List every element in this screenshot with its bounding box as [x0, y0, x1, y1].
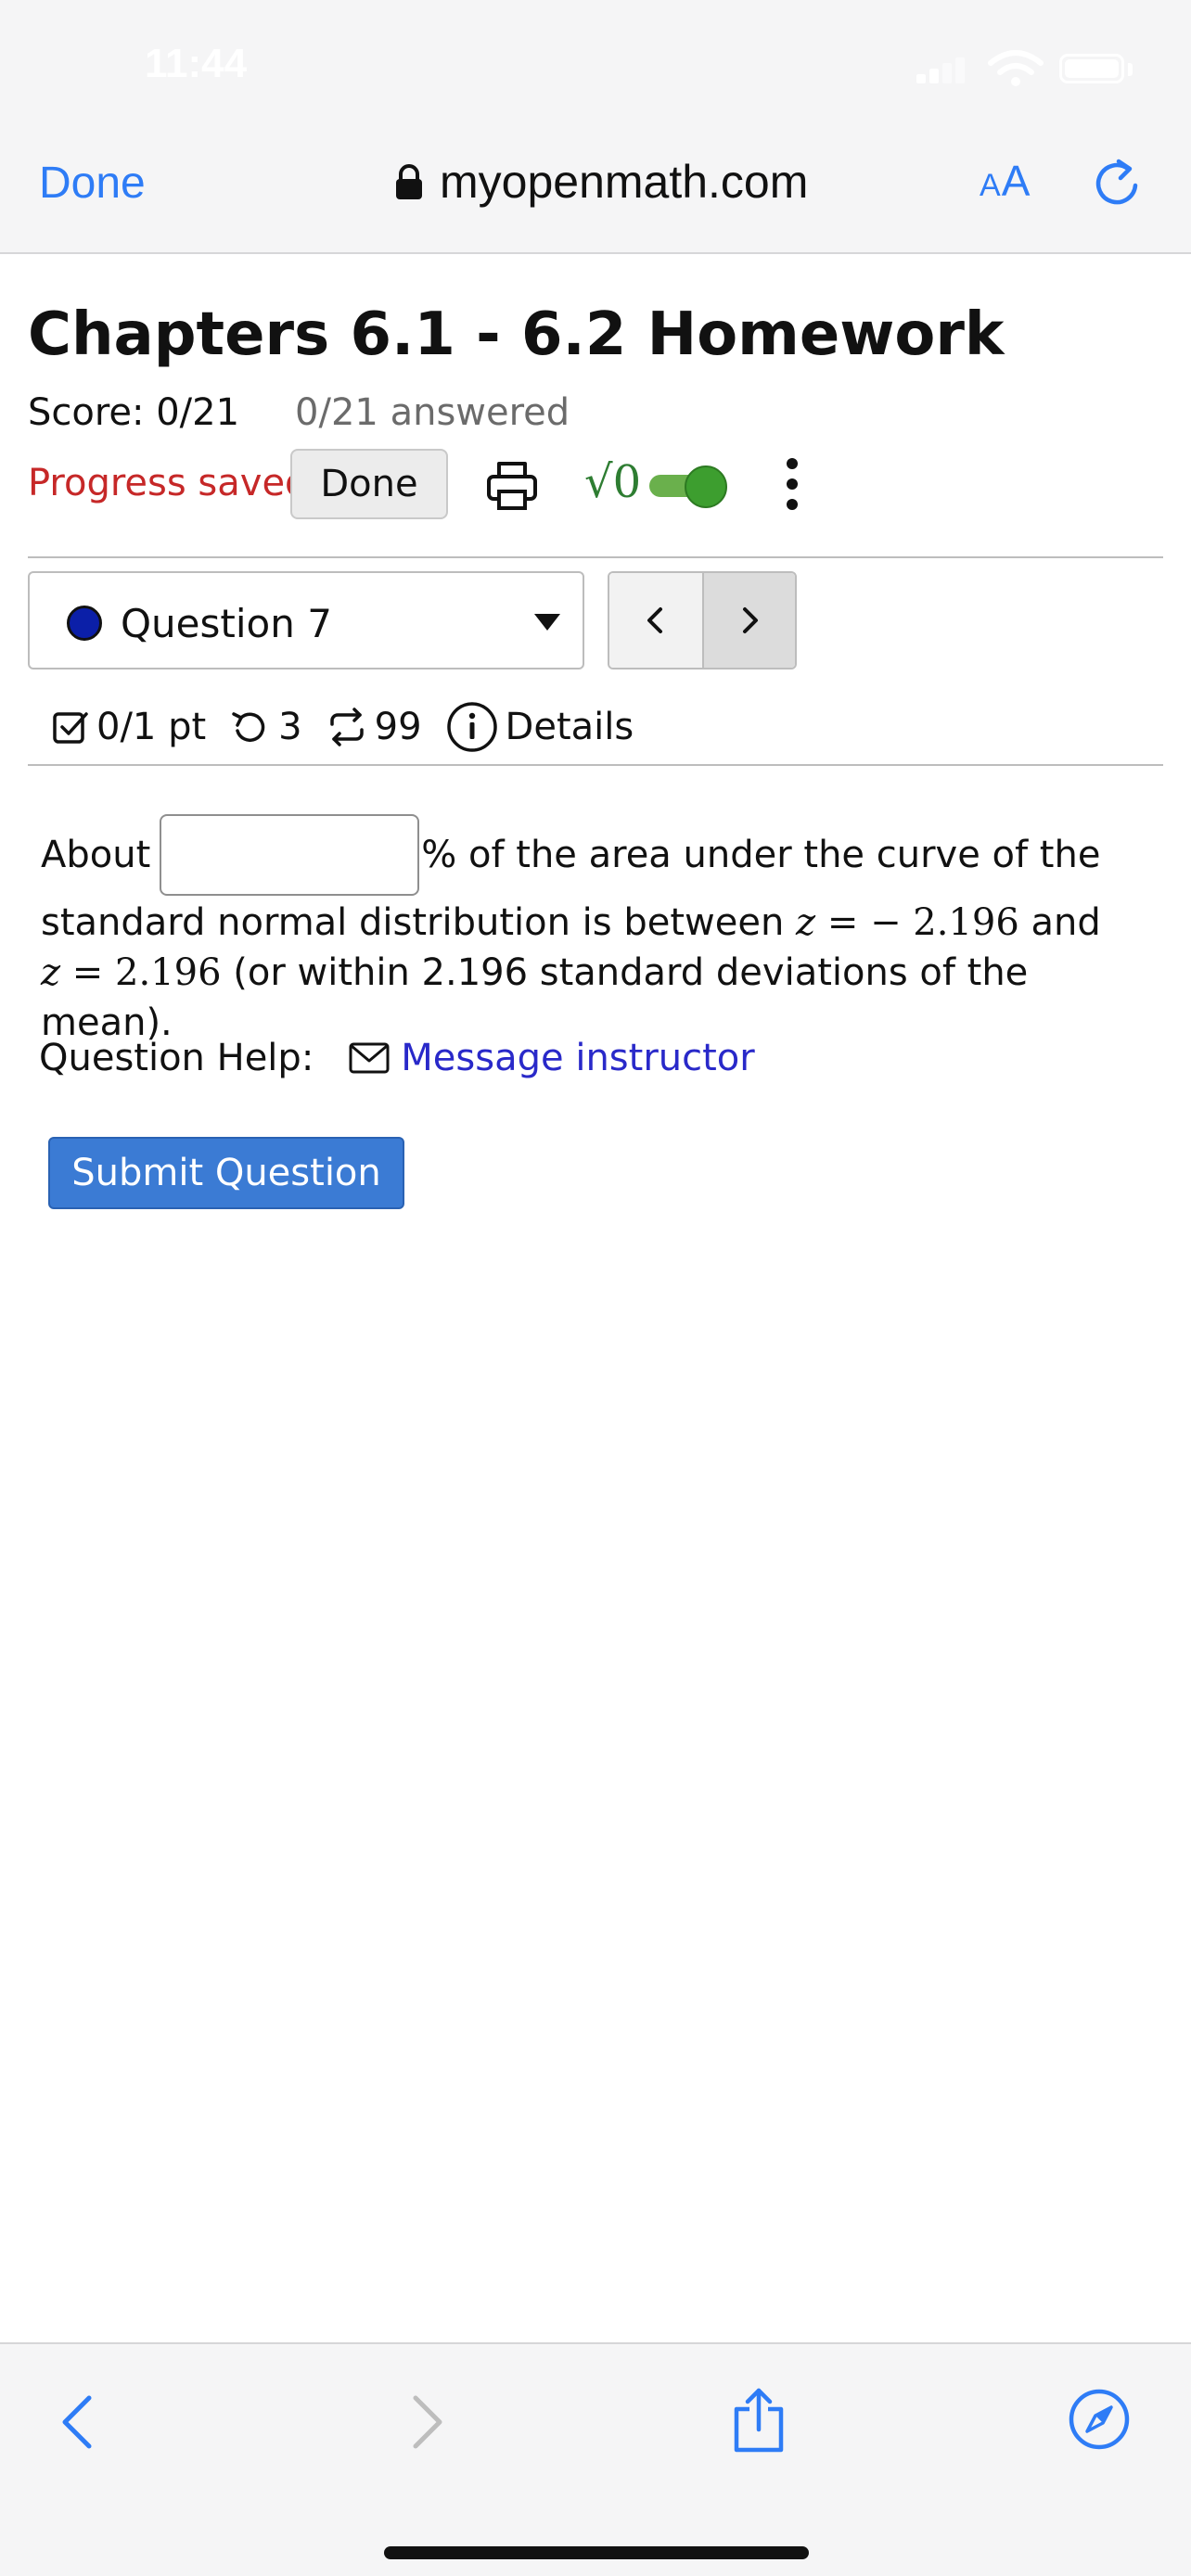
question-nav-buttons — [608, 571, 797, 670]
signal-bar — [955, 57, 965, 83]
math-z-variable: z — [796, 901, 816, 944]
mail-icon — [349, 1042, 390, 1074]
text-size-small-a: A — [980, 168, 1002, 203]
attempts-count: 3 — [278, 706, 302, 748]
forward-icon[interactable] — [404, 2392, 447, 2452]
question-select[interactable]: Question 7 — [28, 571, 584, 670]
details-link[interactable]: Details — [506, 706, 634, 748]
checkbox-icon — [53, 712, 88, 744]
status-time: 11:44 — [145, 41, 248, 86]
question-line-2: standard normal distribution is between … — [41, 898, 1154, 948]
reload-icon[interactable] — [1091, 156, 1143, 211]
score-text: Score: 0/21 — [28, 391, 240, 434]
progress-saved-status: Progress saved — [28, 462, 309, 504]
print-icon[interactable] — [484, 458, 540, 514]
wifi-icon — [988, 50, 1044, 86]
chevron-left-icon — [647, 607, 662, 633]
previous-question-button[interactable] — [609, 573, 702, 668]
home-indicator — [384, 2546, 809, 2559]
page-title: Chapters 6.1 - 6.2 Homework — [28, 300, 1005, 369]
browser-done-button[interactable]: Done — [39, 158, 146, 209]
battery-nub — [1128, 63, 1133, 76]
retry-icon — [232, 712, 265, 743]
lock-icon — [396, 164, 422, 199]
math-z-variable: z — [41, 951, 61, 994]
toolbar-row: Progress saved Done √0 — [28, 449, 1048, 519]
assessment-done-button[interactable]: Done — [290, 449, 448, 519]
message-instructor-link[interactable]: Message instructor — [401, 1037, 754, 1079]
question-text: About % of the area under the curve of t… — [41, 812, 1154, 1048]
score-row: Score: 0/21 0/21 answered — [28, 391, 570, 434]
math-equals: = — [815, 901, 871, 944]
more-options-icon[interactable] — [781, 454, 803, 514]
math-entry-toggle[interactable] — [649, 465, 729, 508]
signal-bar — [929, 69, 939, 83]
next-question-button[interactable] — [702, 573, 795, 668]
status-icons — [909, 48, 1133, 89]
points-text: 0/1 pt — [96, 706, 207, 748]
back-icon[interactable] — [58, 2392, 100, 2452]
chevron-right-icon — [743, 607, 758, 633]
question-meta: 0/1 pt 3 99 Details — [52, 697, 634, 757]
question-help-row: Question Help: Message instructor — [39, 1037, 755, 1079]
question-line2-text: standard normal distribution is between — [41, 901, 797, 944]
caret-down-icon — [534, 614, 560, 631]
math-positive-value: 2.196 — [115, 951, 222, 994]
question-line1-suffix: % of the area under the curve of the — [421, 834, 1101, 876]
question-select-label: Question 7 — [121, 601, 332, 646]
signal-bar — [916, 74, 926, 83]
address-bar[interactable]: myopenmath.com — [393, 154, 808, 210]
signal-bar — [942, 63, 952, 83]
math-negative-value: − 2.196 — [870, 901, 1019, 944]
compass-icon[interactable] — [1069, 2389, 1130, 2450]
versions-icon — [329, 708, 364, 746]
question-and-text: and — [1018, 901, 1101, 944]
answered-count: 0/21 answered — [295, 391, 570, 434]
answer-input[interactable] — [160, 814, 420, 896]
versions-count: 99 — [374, 706, 422, 748]
url-text: myopenmath.com — [440, 156, 809, 208]
browser-bottom-bar — [0, 2342, 1191, 2576]
question-help-label: Question Help: — [39, 1037, 314, 1079]
toggle-knob — [685, 465, 727, 508]
divider — [28, 556, 1163, 558]
browser-top-bar: 11:44 Done myopenmath.com AA — [0, 0, 1191, 254]
question-prefix: About — [41, 834, 151, 876]
info-icon[interactable] — [446, 701, 498, 753]
question-line-3: z = 2.196 (or within 2.196 standard devi… — [41, 948, 1154, 1048]
battery-icon — [1059, 54, 1124, 83]
divider — [28, 764, 1163, 766]
math-entry-label: √0 — [584, 456, 642, 508]
question-line-1: About % of the area under the curve of t… — [41, 812, 1154, 898]
text-size-large-a: A — [1001, 157, 1031, 205]
text-size-button[interactable]: AA — [980, 156, 1031, 206]
math-equals: = — [60, 951, 116, 994]
share-icon[interactable] — [729, 2387, 788, 2454]
question-status-dot — [67, 606, 102, 641]
submit-question-button[interactable]: Submit Question — [48, 1137, 404, 1209]
